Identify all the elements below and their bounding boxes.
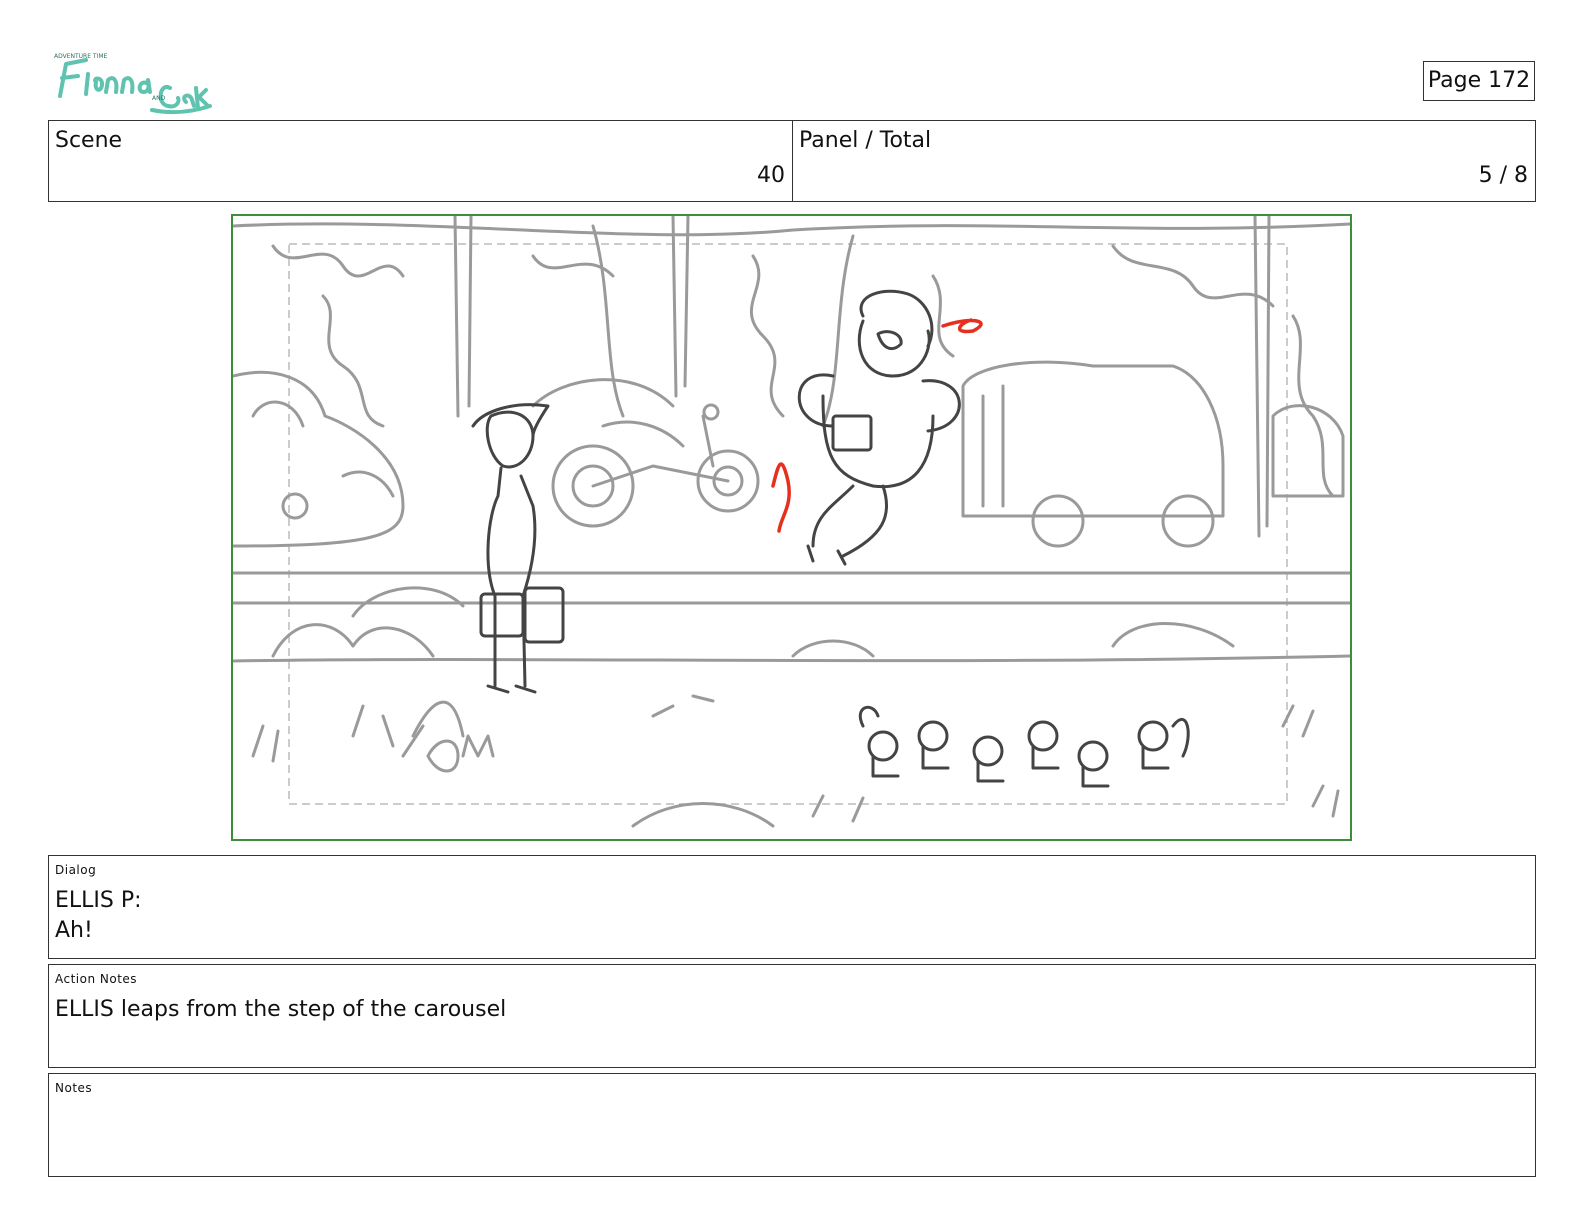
action-notes-label: Action Notes	[55, 972, 138, 986]
scene-cell: Scene 40	[49, 121, 793, 201]
action-notes-section: Action Notes ELLIS leaps from the step o…	[48, 964, 1536, 1068]
action-notes-text: ELLIS leaps from the step of the carouse…	[55, 997, 507, 1022]
fionna-and-cake-logo-icon: ADVENTURE TIME AND	[54, 53, 212, 115]
dialog-line: Ah!	[55, 918, 93, 943]
panel-total-value: 5 / 8	[1478, 163, 1528, 188]
svg-text:ADVENTURE TIME: ADVENTURE TIME	[54, 53, 108, 60]
scene-number: 40	[757, 163, 785, 188]
show-logo: ADVENTURE TIME AND	[52, 48, 212, 118]
panel-cell: Panel / Total 5 / 8	[793, 121, 1535, 201]
page-number: Page 172	[1423, 61, 1535, 101]
dialog-text: ELLIS P: Ah!	[55, 886, 142, 946]
dialog-label: Dialog	[55, 863, 97, 877]
scene-label: Scene	[55, 128, 123, 153]
notes-section: Notes	[48, 1073, 1536, 1177]
dialog-speaker: ELLIS P:	[55, 888, 142, 913]
storyboard-panel-image	[231, 214, 1352, 841]
panel-total-label: Panel / Total	[799, 128, 932, 153]
svg-text:AND: AND	[152, 95, 166, 102]
scene-panel-header: Scene 40 Panel / Total 5 / 8	[48, 120, 1536, 202]
dialog-section: Dialog ELLIS P: Ah!	[48, 855, 1536, 959]
notes-label: Notes	[55, 1081, 93, 1095]
